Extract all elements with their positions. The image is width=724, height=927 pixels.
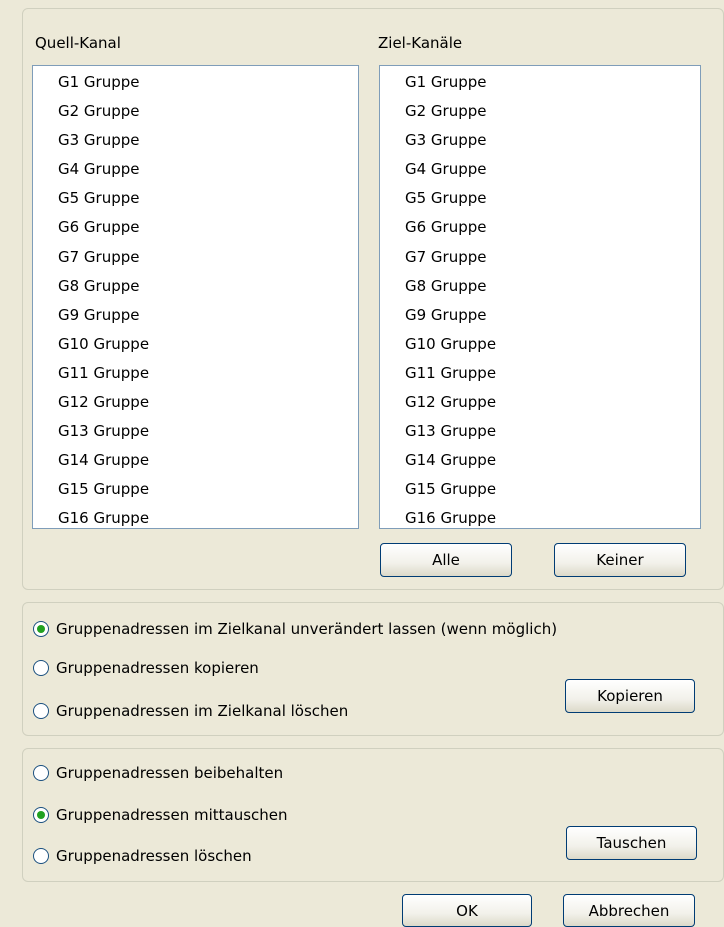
list-item[interactable]: G14 Gruppe: [380, 446, 700, 475]
radio-label: Gruppenadressen im Zielkanal löschen: [56, 702, 349, 720]
select-all-button[interactable]: Alle: [380, 543, 512, 577]
list-item[interactable]: G13 Gruppe: [33, 417, 358, 446]
list-item[interactable]: G9 Gruppe: [380, 301, 700, 330]
list-item[interactable]: G9 Gruppe: [33, 301, 358, 330]
list-item[interactable]: G14 Gruppe: [33, 446, 358, 475]
list-item[interactable]: G3 Gruppe: [380, 126, 700, 155]
list-item[interactable]: G8 Gruppe: [380, 272, 700, 301]
radio-button[interactable]: [33, 765, 49, 781]
cancel-button[interactable]: Abbrechen: [563, 894, 695, 927]
swap-button[interactable]: Tauschen: [566, 826, 697, 860]
list-item[interactable]: G7 Gruppe: [33, 243, 358, 272]
list-item[interactable]: G10 Gruppe: [380, 330, 700, 359]
copy-option-keep[interactable]: Gruppenadressen im Zielkanal unverändert…: [33, 620, 557, 638]
list-item[interactable]: G2 Gruppe: [33, 97, 358, 126]
list-item[interactable]: G1 Gruppe: [33, 68, 358, 97]
list-item[interactable]: G13 Gruppe: [380, 417, 700, 446]
list-item[interactable]: G15 Gruppe: [380, 475, 700, 504]
list-item[interactable]: G5 Gruppe: [380, 184, 700, 213]
copy-option-delete[interactable]: Gruppenadressen im Zielkanal löschen: [33, 702, 348, 720]
list-item[interactable]: G15 Gruppe: [33, 475, 358, 504]
list-item[interactable]: G3 Gruppe: [33, 126, 358, 155]
source-channel-list[interactable]: G1 Gruppe G2 Gruppe G3 Gruppe G4 Gruppe G5 G…: [32, 65, 359, 529]
radio-label: Gruppenadressen kopieren: [56, 659, 259, 677]
radio-button[interactable]: [33, 621, 49, 637]
list-item[interactable]: G11 Gruppe: [380, 359, 700, 388]
radio-label: Gruppenadressen mittauschen: [56, 806, 288, 824]
copy-button[interactable]: Kopieren: [565, 679, 695, 713]
radio-button[interactable]: [33, 848, 49, 864]
radio-button[interactable]: [33, 807, 49, 823]
select-none-button[interactable]: Keiner: [554, 543, 686, 577]
radio-button[interactable]: [33, 660, 49, 676]
swap-option-delete[interactable]: Gruppenadressen löschen: [33, 847, 252, 865]
list-item[interactable]: G6 Gruppe: [380, 213, 700, 242]
list-item[interactable]: G8 Gruppe: [33, 272, 358, 301]
list-item[interactable]: G12 Gruppe: [380, 388, 700, 417]
copy-option-copy[interactable]: Gruppenadressen kopieren: [33, 659, 259, 677]
list-item[interactable]: G16 Gruppe: [380, 504, 700, 533]
list-item[interactable]: G12 Gruppe: [33, 388, 358, 417]
swap-option-keep[interactable]: Gruppenadressen beibehalten: [33, 764, 283, 782]
list-item[interactable]: G5 Gruppe: [33, 184, 358, 213]
ok-button[interactable]: OK: [402, 894, 532, 927]
target-channel-list[interactable]: G1 Gruppe G2 Gruppe G3 Gruppe G4 Gruppe G5 G…: [379, 65, 701, 529]
list-item[interactable]: G7 Gruppe: [380, 243, 700, 272]
list-item[interactable]: G1 Gruppe: [380, 68, 700, 97]
target-channels-label: Ziel-Kanäle: [378, 34, 463, 52]
list-item[interactable]: G11 Gruppe: [33, 359, 358, 388]
radio-label: Gruppenadressen im Zielkanal unverändert…: [56, 620, 558, 638]
list-item[interactable]: G6 Gruppe: [33, 213, 358, 242]
list-item[interactable]: G4 Gruppe: [380, 155, 700, 184]
channel-panel: Quell-Kanal Ziel-Kanäle G1 Gruppe G2 Grup…: [22, 8, 724, 590]
list-item[interactable]: G4 Gruppe: [33, 155, 358, 184]
radio-button[interactable]: [33, 703, 49, 719]
radio-label: Gruppenadressen beibehalten: [56, 764, 284, 782]
list-item[interactable]: G10 Gruppe: [33, 330, 358, 359]
radio-label: Gruppenadressen löschen: [56, 847, 252, 865]
list-item[interactable]: G2 Gruppe: [380, 97, 700, 126]
source-channel-label: Quell-Kanal: [35, 34, 121, 52]
list-item[interactable]: G16 Gruppe: [33, 504, 358, 533]
swap-option-swap[interactable]: Gruppenadressen mittauschen: [33, 806, 288, 824]
